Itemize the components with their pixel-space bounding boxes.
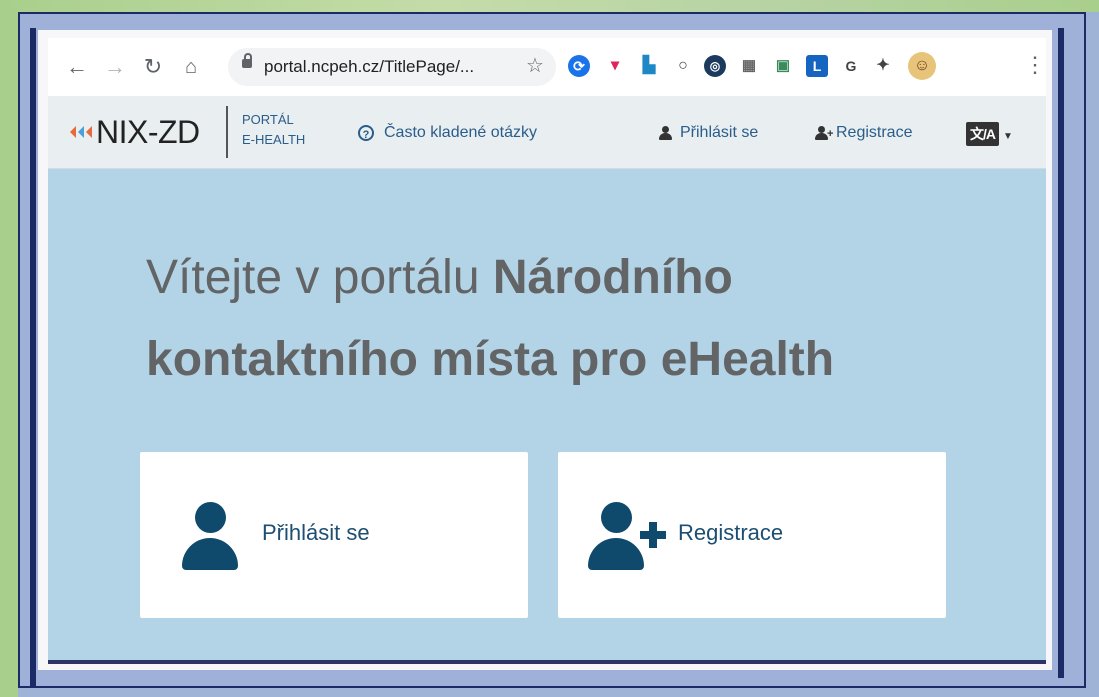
frame-bottom-bar (48, 660, 1046, 664)
reload-icon[interactable]: ↻ (140, 54, 166, 80)
header-login-link[interactable]: Přihlásit se (658, 124, 758, 142)
caret-down-icon: ▼ (1003, 131, 1013, 142)
forward-arrow-icon[interactable]: → (102, 54, 128, 80)
frame-green-top (0, 0, 1099, 12)
site-header: NIX-ZD PORTÁL E-HEALTH ? Často kladené ot… (48, 96, 1046, 169)
hero-title-normal: Vítejte v portálu (146, 251, 493, 304)
bookmark-star-icon[interactable]: ☆ (526, 53, 544, 78)
kebab-menu-icon[interactable]: ⋮ (1024, 52, 1046, 78)
translate-icon: 文/A (966, 122, 999, 146)
register-user-icon (588, 502, 644, 570)
hero-title-line2: kontaktního místa pro eHealth (146, 333, 835, 386)
user-plus-icon: + (814, 125, 833, 140)
hero-title-bold: Národního (492, 251, 733, 304)
circle-icon[interactable]: ○ (672, 55, 694, 77)
register-card-label: Registrace (678, 520, 784, 545)
portal-label-line1: PORTÁL (242, 112, 294, 127)
swirl-icon[interactable]: ⟳ (568, 55, 590, 77)
url-text: portal.ncpeh.cz/TitlePage/... (264, 57, 475, 76)
browser-window: ← → ↻ ⌂ portal.ncpeh.cz/TitlePage/... ☆ … (48, 38, 1046, 660)
portal-label-line2: E-HEALTH (242, 132, 306, 147)
register-card[interactable]: Registrace (558, 452, 946, 618)
faq-link[interactable]: ? Často kladené otázky (358, 124, 537, 142)
pocket-icon[interactable]: ▾ (604, 55, 626, 77)
lock-icon (242, 53, 252, 68)
logo-text[interactable]: NIX-ZD (96, 114, 200, 151)
puzzle-icon[interactable]: ✦ (872, 55, 894, 77)
browser-toolbar: ← → ↻ ⌂ portal.ncpeh.cz/TitlePage/... ☆ … (48, 38, 1046, 96)
grid-icon[interactable]: ▦ (738, 55, 760, 77)
address-bar[interactable]: portal.ncpeh.cz/TitlePage/... (228, 48, 556, 86)
plus-icon (640, 522, 666, 548)
avatar-icon[interactable]: ☺ (908, 52, 936, 80)
g-icon[interactable]: G (840, 55, 862, 77)
hero-title-line1: Vítejte v portálu Národního (146, 248, 1006, 308)
frame-inner-right (1058, 28, 1064, 678)
frame-inner-left (30, 28, 36, 688)
header-register-label: Registrace (836, 124, 913, 141)
logo-divider (226, 106, 228, 158)
chart-icon[interactable]: ▙ (638, 55, 660, 77)
login-card-label: Přihlásit se (262, 520, 370, 545)
login-card[interactable]: Přihlásit se (140, 452, 528, 618)
hero: Vítejte v portálu Národního kontaktního … (146, 248, 1006, 390)
user-icon (658, 125, 674, 140)
question-icon: ? (358, 124, 374, 141)
photo-icon[interactable]: ▣ (772, 55, 794, 77)
home-icon[interactable]: ⌂ (178, 54, 204, 80)
language-switcher[interactable]: 文/A ▼ (966, 122, 1013, 146)
back-arrow-icon[interactable]: ← (64, 54, 90, 80)
header-register-link[interactable]: + Registrace (814, 124, 912, 142)
header-login-label: Přihlásit se (680, 124, 759, 141)
login-user-icon (182, 502, 238, 570)
frame-green-left (0, 0, 18, 697)
faq-label: Často kladené otázky (384, 124, 537, 141)
l-icon[interactable]: L (806, 55, 828, 77)
logo-arrows-icon (70, 126, 92, 138)
target-icon[interactable]: ◎ (704, 55, 726, 77)
portal-label: PORTÁL E-HEALTH (242, 110, 305, 150)
